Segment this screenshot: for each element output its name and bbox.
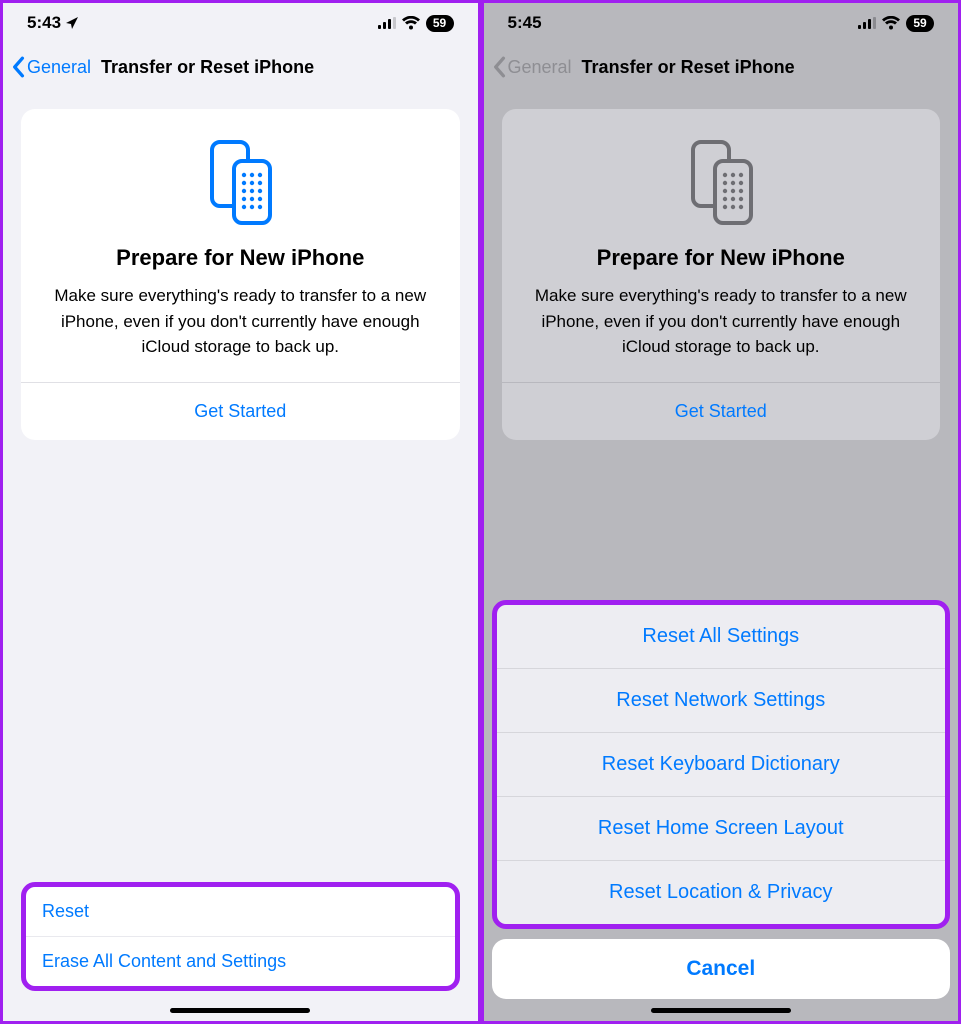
card-title: Prepare for New iPhone — [518, 245, 925, 271]
reset-network-settings-button[interactable]: Reset Network Settings — [497, 669, 946, 732]
nav-bar: General Transfer or Reset iPhone — [484, 43, 959, 91]
wifi-icon — [882, 16, 900, 30]
reset-location-privacy-button[interactable]: Reset Location & Privacy — [497, 861, 946, 924]
phones-transfer-icon — [681, 137, 761, 227]
reset-keyboard-dictionary-button[interactable]: Reset Keyboard Dictionary — [497, 733, 946, 796]
chevron-left-icon — [492, 56, 506, 78]
wifi-icon — [402, 16, 420, 30]
back-button[interactable]: General — [11, 56, 91, 78]
prepare-card: Prepare for New iPhone Make sure everyth… — [21, 109, 460, 440]
nav-title: Transfer or Reset iPhone — [101, 57, 314, 78]
battery-level: 59 — [426, 15, 454, 32]
cancel-button[interactable]: Cancel — [492, 939, 951, 999]
reset-options-list: Reset Erase All Content and Settings — [21, 882, 460, 991]
back-label: General — [508, 57, 572, 78]
action-sheet-container: Reset All Settings Reset Network Setting… — [492, 600, 951, 999]
phones-transfer-icon — [200, 137, 280, 227]
get-started-button[interactable]: Get Started — [518, 383, 925, 440]
reset-button[interactable]: Reset — [26, 887, 455, 936]
screenshot-left: 5:43 59 General Transfer or Reset iPhone — [0, 0, 481, 1024]
card-title: Prepare for New iPhone — [37, 245, 444, 271]
status-bar: 5:43 59 — [3, 3, 478, 43]
back-button[interactable]: General — [492, 56, 572, 78]
reset-all-settings-button[interactable]: Reset All Settings — [497, 605, 946, 668]
status-bar: 5:45 59 — [484, 3, 959, 43]
nav-bar: General Transfer or Reset iPhone — [3, 43, 478, 91]
back-label: General — [27, 57, 91, 78]
erase-all-button[interactable]: Erase All Content and Settings — [26, 937, 455, 986]
prepare-card: Prepare for New iPhone Make sure everyth… — [502, 109, 941, 440]
home-indicator[interactable] — [651, 1008, 791, 1013]
home-indicator[interactable] — [170, 1008, 310, 1013]
get-started-button[interactable]: Get Started — [37, 383, 444, 440]
location-icon — [65, 16, 79, 30]
card-description: Make sure everything's ready to transfer… — [518, 283, 925, 382]
reset-action-sheet: Reset All Settings Reset Network Setting… — [492, 600, 951, 929]
status-time: 5:45 — [508, 13, 542, 33]
reset-home-screen-layout-button[interactable]: Reset Home Screen Layout — [497, 797, 946, 860]
chevron-left-icon — [11, 56, 25, 78]
nav-title: Transfer or Reset iPhone — [582, 57, 795, 78]
status-time: 5:43 — [27, 13, 61, 33]
cellular-icon — [858, 16, 876, 30]
screenshot-right: 5:45 59 General Transfer or Reset iPhone — [481, 0, 961, 1024]
card-description: Make sure everything's ready to transfer… — [37, 283, 444, 382]
battery-level: 59 — [906, 15, 934, 32]
cellular-icon — [378, 16, 396, 30]
